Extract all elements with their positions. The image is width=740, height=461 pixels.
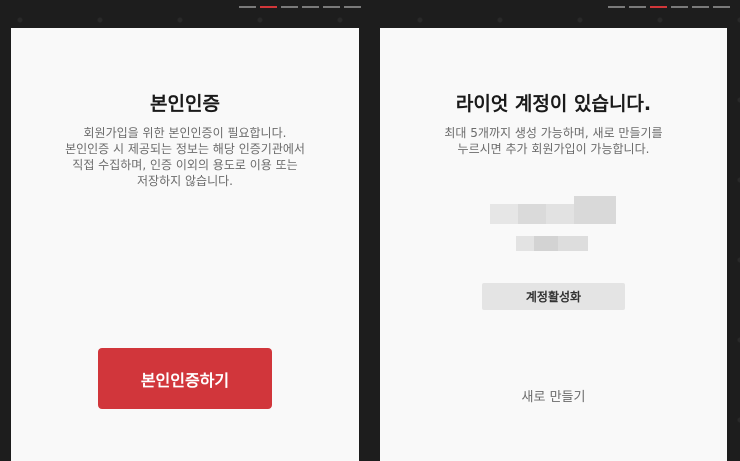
verify-identity-button[interactable]: 본인인증하기	[98, 348, 272, 409]
description-line: 본인인증 시 제공되는 정보는 해당 인증기관에서	[65, 142, 305, 156]
description-line: 최대 5개까지 생성 가능하며, 새로 만들기를	[444, 126, 663, 140]
account-description: 최대 5개까지 생성 가능하며, 새로 만들기를 누르시면 추가 회원가입이 가…	[410, 125, 697, 157]
step-5	[323, 6, 340, 8]
step-4	[302, 6, 319, 8]
account-panel: 라이엇 계정이 있습니다. 최대 5개까지 생성 가능하며, 새로 만들기를 누…	[380, 28, 727, 461]
description-line: 저장하지 않습니다.	[137, 174, 233, 188]
verification-title: 본인인증	[150, 93, 220, 115]
step-5	[692, 6, 709, 8]
description-line: 누르시면 추가 회원가입이 가능합니다.	[457, 142, 650, 156]
blur-segment	[558, 236, 588, 251]
create-new-account-link[interactable]: 새로 만들기	[380, 386, 727, 405]
step-1	[239, 6, 256, 8]
description-line: 직접 수집하며, 인증 이외의 용도로 이용 또는	[72, 158, 298, 172]
step-6	[713, 6, 730, 8]
step-indicator-verification	[239, 6, 361, 8]
account-title: 라이엇 계정이 있습니다.	[455, 93, 652, 115]
blur-segment	[490, 204, 518, 224]
blur-segment	[534, 236, 558, 251]
blur-segment	[546, 204, 574, 224]
step-2	[629, 6, 646, 8]
verification-description: 회원가입을 위한 본인인증이 필요합니다. 본인인증 시 제공되는 정보는 해당…	[41, 125, 329, 189]
step-indicator-account	[608, 6, 730, 8]
step-3-active	[650, 6, 667, 8]
step-3	[281, 6, 298, 8]
activate-account-button[interactable]: 계정활성화	[482, 283, 625, 310]
step-6	[344, 6, 361, 8]
step-2-active	[260, 6, 277, 8]
verification-panel: 본인인증 회원가입을 위한 본인인증이 필요합니다. 본인인증 시 제공되는 정…	[11, 28, 359, 461]
blur-segment	[574, 196, 616, 224]
blur-segment	[516, 236, 534, 251]
step-1	[608, 6, 625, 8]
blur-segment	[518, 204, 546, 224]
step-4	[671, 6, 688, 8]
description-line: 회원가입을 위한 본인인증이 필요합니다.	[83, 126, 287, 140]
